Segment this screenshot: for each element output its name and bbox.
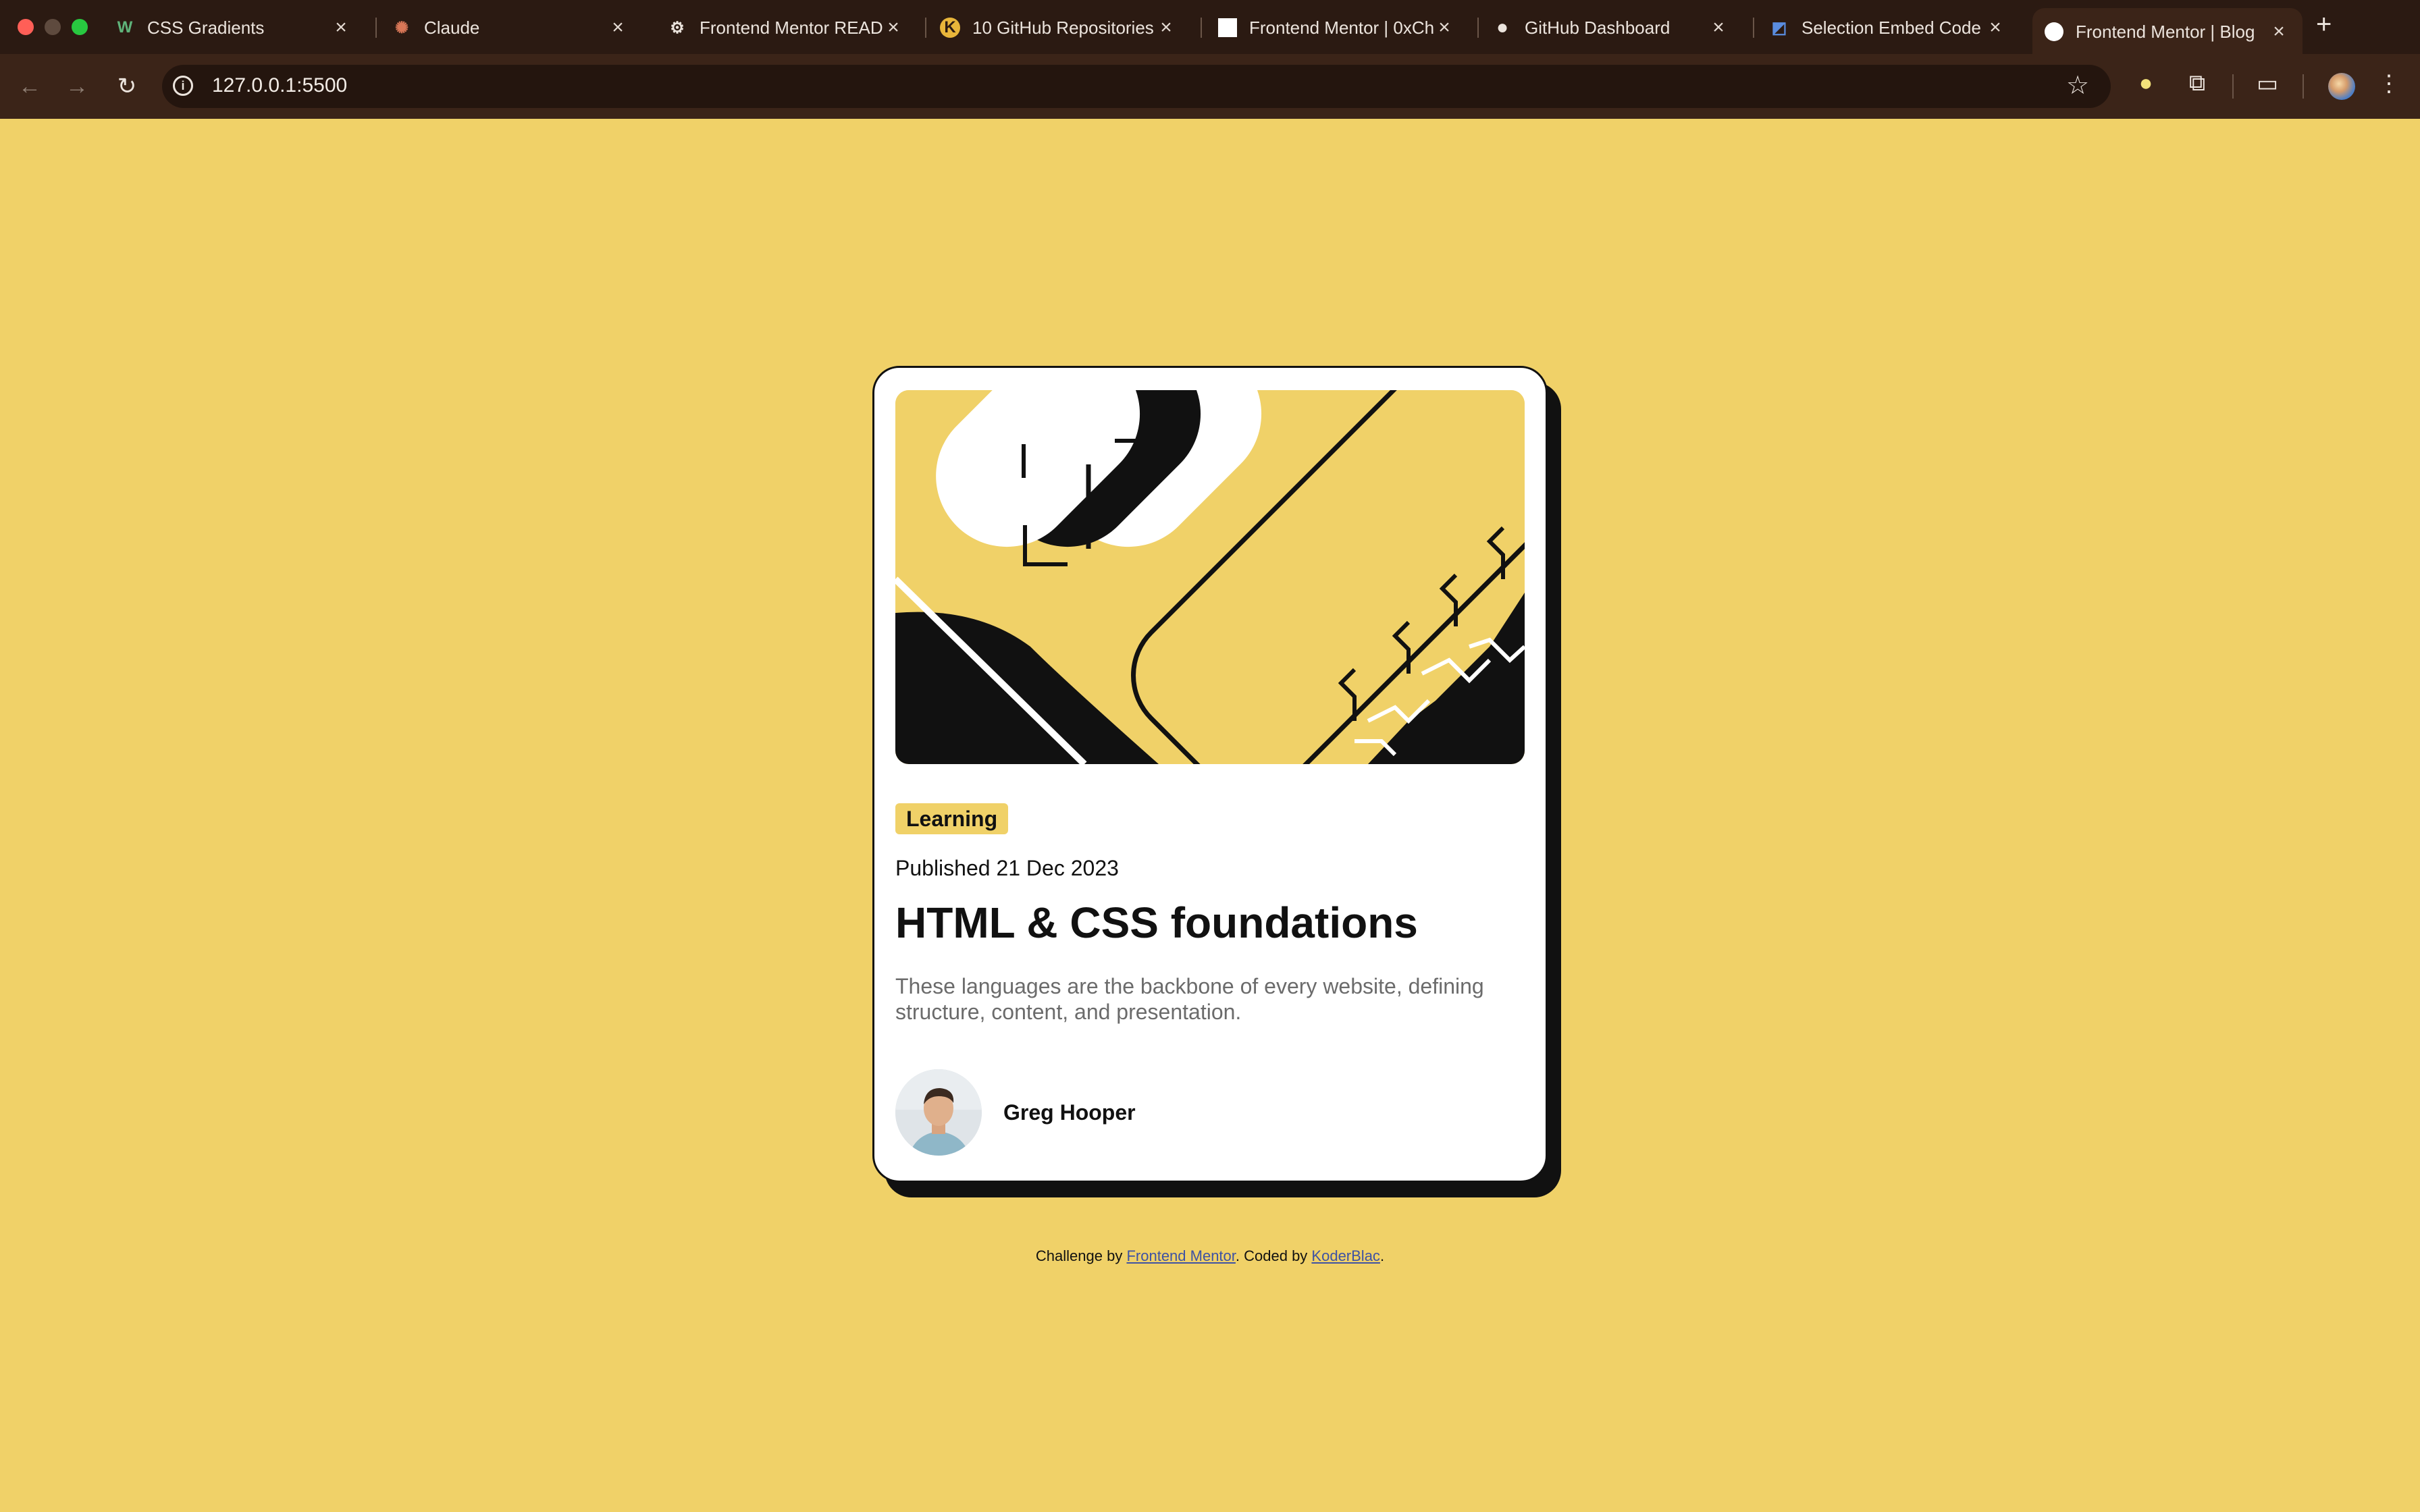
tab-frontend-mentor-blog[interactable]: Frontend Mentor | Blog ×	[2032, 8, 2303, 55]
menu-dots-icon[interactable]: ⋮	[2373, 70, 2405, 97]
attribution: Challenge by Frontend Mentor. Coded by K…	[0, 1247, 2420, 1265]
reload-icon[interactable]: ↻	[111, 70, 143, 103]
tab-selection-embed-code[interactable]: ◩ Selection Embed Code ×	[1769, 8, 2019, 47]
category-tag: Learning	[895, 803, 1009, 834]
github-icon: ●	[1496, 16, 1509, 38]
tab-github-repositories[interactable]: K 10 GitHub Repositories ×	[940, 8, 1190, 47]
profile-avatar[interactable]	[2328, 73, 2355, 100]
tab-title: Frontend Mentor | Blog	[2076, 21, 2255, 42]
close-icon[interactable]: ×	[331, 16, 351, 39]
page-icon	[1218, 18, 1237, 37]
openai-icon: ⚙	[670, 18, 685, 37]
author-avatar	[895, 1069, 982, 1156]
tab-css-gradients[interactable]: W CSS Gradients ×	[115, 8, 365, 47]
claude-icon: ✺	[394, 18, 409, 37]
bookmark-star-icon[interactable]: ☆	[2066, 70, 2089, 101]
close-icon[interactable]: ×	[1434, 16, 1454, 39]
w-icon: W	[117, 18, 133, 36]
attribution-suffix: .	[1379, 1247, 1385, 1264]
tab-github-dashboard[interactable]: ● GitHub Dashboard ×	[1492, 8, 1742, 47]
back-icon[interactable]: ←	[14, 70, 46, 103]
extension-icon[interactable]: ●	[2130, 70, 2162, 97]
close-icon[interactable]: ×	[1985, 16, 2005, 39]
tab-title: Selection Embed Code	[1801, 17, 1981, 38]
author-name: Greg Hooper	[1003, 1100, 1136, 1125]
close-icon[interactable]: ×	[1156, 16, 1176, 39]
close-window-button[interactable]	[18, 19, 34, 35]
extensions-puzzle-icon[interactable]: ⧉	[2181, 70, 2213, 97]
tab-title: 10 GitHub Repositories	[972, 17, 1154, 38]
page-icon	[2045, 22, 2063, 41]
tab-title: Claude	[424, 17, 480, 38]
site-info-icon[interactable]: i	[173, 76, 193, 96]
koderblac-link[interactable]: KoderBlac	[1311, 1247, 1380, 1264]
tab-frontend-mentor-0xch[interactable]: Frontend Mentor | 0xCh ×	[1218, 8, 1468, 47]
tab-search-icon[interactable]: ▭	[2251, 70, 2284, 97]
tab-title: Frontend Mentor READM	[700, 17, 883, 38]
minimize-window-button[interactable]	[45, 19, 61, 35]
hero-illustration	[895, 390, 1525, 764]
frontend-mentor-link[interactable]: Frontend Mentor	[1126, 1247, 1235, 1264]
tab-title: CSS Gradients	[147, 17, 265, 38]
attribution-middle: . Coded by	[1235, 1247, 1312, 1264]
close-icon[interactable]: ×	[883, 16, 903, 39]
close-icon[interactable]: ×	[1708, 16, 1729, 39]
tab-title: Frontend Mentor | 0xCh	[1249, 17, 1434, 38]
browser-tab-bar: W CSS Gradients × ✺ Claude × ⚙ Frontend …	[0, 0, 2420, 55]
forward-icon[interactable]: →	[61, 70, 93, 103]
card-title[interactable]: HTML & CSS foundations	[895, 898, 1418, 948]
url-text[interactable]: 127.0.0.1:5500	[212, 74, 347, 97]
close-icon[interactable]: ×	[2269, 20, 2289, 43]
card-description: These languages are the backbone of ever…	[895, 974, 1484, 1024]
address-bar[interactable]	[162, 65, 2111, 108]
tab-title: GitHub Dashboard	[1525, 17, 1671, 38]
k-icon: K	[940, 18, 960, 38]
published-date: Published 21 Dec 2023	[895, 856, 1119, 880]
close-icon[interactable]: ×	[608, 16, 628, 39]
embed-icon: ◩	[1771, 18, 1787, 37]
tab-frontend-mentor-readme[interactable]: ⚙ Frontend Mentor READM ×	[667, 8, 917, 47]
new-tab-button[interactable]: +	[2316, 9, 2332, 40]
tab-claude[interactable]: ✺ Claude ×	[392, 8, 641, 47]
maximize-window-button[interactable]	[72, 19, 88, 35]
attribution-prefix: Challenge by	[1035, 1247, 1127, 1264]
